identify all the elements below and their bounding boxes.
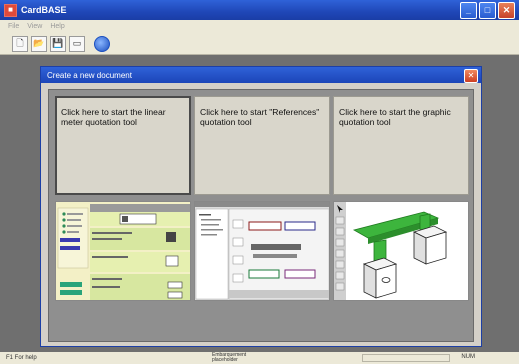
menu-view[interactable]: View	[27, 23, 42, 30]
menu-bar: File View Help	[0, 20, 519, 33]
new-document-icon[interactable]: 🗋	[12, 35, 28, 52]
minimize-button[interactable]: _	[460, 2, 477, 19]
status-center-text: Embarquement placeholder	[212, 352, 247, 363]
graphic-option-button[interactable]: Click here to start the graphic quotatio…	[333, 96, 469, 195]
linear-meter-option-label: Click here to start the linear meter quo…	[61, 107, 166, 127]
save-icon[interactable]: 💾	[50, 35, 66, 52]
open-folder-icon[interactable]: 📂	[31, 35, 47, 52]
new-document-dialog: Create a new document ✕ Click here to st…	[40, 66, 482, 347]
references-option-label: Click here to start "References" quotati…	[200, 107, 320, 127]
close-button[interactable]: ✕	[498, 2, 515, 19]
app-title: CardBASE	[21, 5, 67, 15]
dialog-title: Create a new document	[47, 70, 132, 80]
main-toolbar: 🗋 📂 💾 ▭	[0, 33, 519, 55]
app-titlebar: ■ CardBASE _ □ ✕	[0, 0, 519, 20]
help-globe-icon[interactable]	[94, 35, 110, 52]
status-help-text: F1 For help	[6, 355, 37, 361]
menu-help[interactable]: Help	[50, 23, 64, 30]
dialog-titlebar: Create a new document ✕	[41, 67, 481, 83]
linear-meter-preview-image[interactable]	[55, 201, 191, 301]
graphic-option-label: Click here to start the graphic quotatio…	[339, 107, 451, 127]
status-panel	[362, 354, 450, 362]
maximize-button[interactable]: □	[479, 2, 496, 19]
dialog-body: Click here to start the linear meter quo…	[48, 89, 474, 342]
references-option-button[interactable]: Click here to start "References" quotati…	[194, 96, 330, 195]
linear-meter-option-button[interactable]: Click here to start the linear meter quo…	[55, 96, 191, 195]
status-bar: F1 For help Embarquement placeholder NUM	[0, 352, 519, 364]
graphic-preview-image[interactable]	[333, 201, 469, 301]
references-preview-image[interactable]	[194, 201, 330, 301]
status-num-indicator: NUM	[461, 354, 475, 360]
print-icon[interactable]: ▭	[69, 35, 85, 52]
menu-file[interactable]: File	[8, 23, 19, 30]
dialog-close-button[interactable]: ✕	[464, 69, 478, 83]
app-logo-icon: ■	[4, 3, 17, 17]
